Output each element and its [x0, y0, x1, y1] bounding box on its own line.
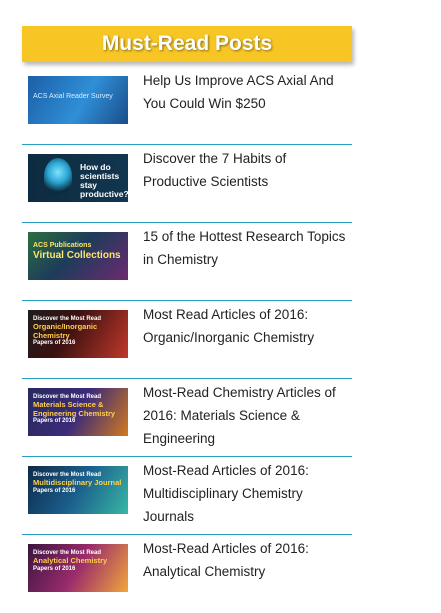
list-item[interactable]: How do scientists stay productive? Disco… — [22, 145, 352, 223]
thumbnail-heading: Analytical Chemistry — [33, 555, 108, 565]
post-thumbnail[interactable]: ACS Publications Virtual Collections — [28, 232, 128, 280]
post-thumbnail[interactable]: Discover the Most Read Analytical Chemis… — [28, 544, 128, 592]
list-item[interactable]: ACS Publications Virtual Collections 15 … — [22, 223, 352, 301]
post-title-link[interactable]: 15 of the Hottest Research Topics in Che… — [143, 225, 353, 271]
list-item[interactable]: Discover the Most Read Materials Science… — [22, 379, 352, 457]
post-list: ACS Axial Reader Survey Help Us Improve … — [22, 67, 352, 613]
thumbnail-subtext: Papers of 2016 — [33, 487, 76, 494]
post-title-link[interactable]: Help Us Improve ACS Axial And You Could … — [143, 69, 353, 115]
post-title-link[interactable]: Most-Read Chemistry Articles of 2016: Ma… — [143, 381, 353, 450]
thumbnail-text: ACS Axial Reader Survey — [33, 93, 113, 100]
post-title-link[interactable]: Most-Read Articles of 2016: Analytical C… — [143, 537, 353, 583]
thumbnail-subtext: Papers of 2016 — [33, 418, 76, 425]
post-title-link[interactable]: Most Read Articles of 2016: Organic/Inor… — [143, 303, 353, 349]
thumbnail-text: ACS Publications — [33, 242, 92, 249]
post-thumbnail[interactable]: How do scientists stay productive? — [28, 154, 128, 202]
post-title-link[interactable]: Discover the 7 Habits of Productive Scie… — [143, 147, 353, 193]
thumbnail-subtext: Papers of 2016 — [33, 565, 76, 572]
thumbnail-heading: Organic/Inorganic Chemistry — [33, 321, 98, 340]
lightbulb-icon — [44, 158, 72, 194]
thumbnail-text: How do scientists stay productive? — [80, 162, 128, 199]
list-item[interactable]: Discover the Most Read Organic/Inorganic… — [22, 301, 352, 379]
list-item[interactable]: Discover the Most Read Analytical Chemis… — [22, 535, 352, 613]
thumbnail-heading: Multidisciplinary Journal — [33, 477, 122, 487]
post-title-link[interactable]: Most-Read Articles of 2016: Multidiscipl… — [143, 459, 353, 528]
widget-header: Must-Read Posts — [22, 26, 352, 62]
post-thumbnail[interactable]: Discover the Most Read Multidisciplinary… — [28, 466, 128, 514]
thumbnail-heading: Materials Science & Engineering Chemistr… — [33, 399, 116, 418]
thumbnail-subtext: Papers of 2016 — [33, 340, 76, 347]
must-read-posts-widget: Must-Read Posts ACS Axial Reader Survey … — [22, 26, 352, 613]
post-thumbnail[interactable]: Discover the Most Read Materials Science… — [28, 388, 128, 436]
post-thumbnail[interactable]: ACS Axial Reader Survey — [28, 76, 128, 124]
list-item[interactable]: ACS Axial Reader Survey Help Us Improve … — [22, 67, 352, 145]
post-thumbnail[interactable]: Discover the Most Read Organic/Inorganic… — [28, 310, 128, 358]
list-item[interactable]: Discover the Most Read Multidisciplinary… — [22, 457, 352, 535]
thumbnail-heading: Virtual Collections — [33, 250, 121, 262]
